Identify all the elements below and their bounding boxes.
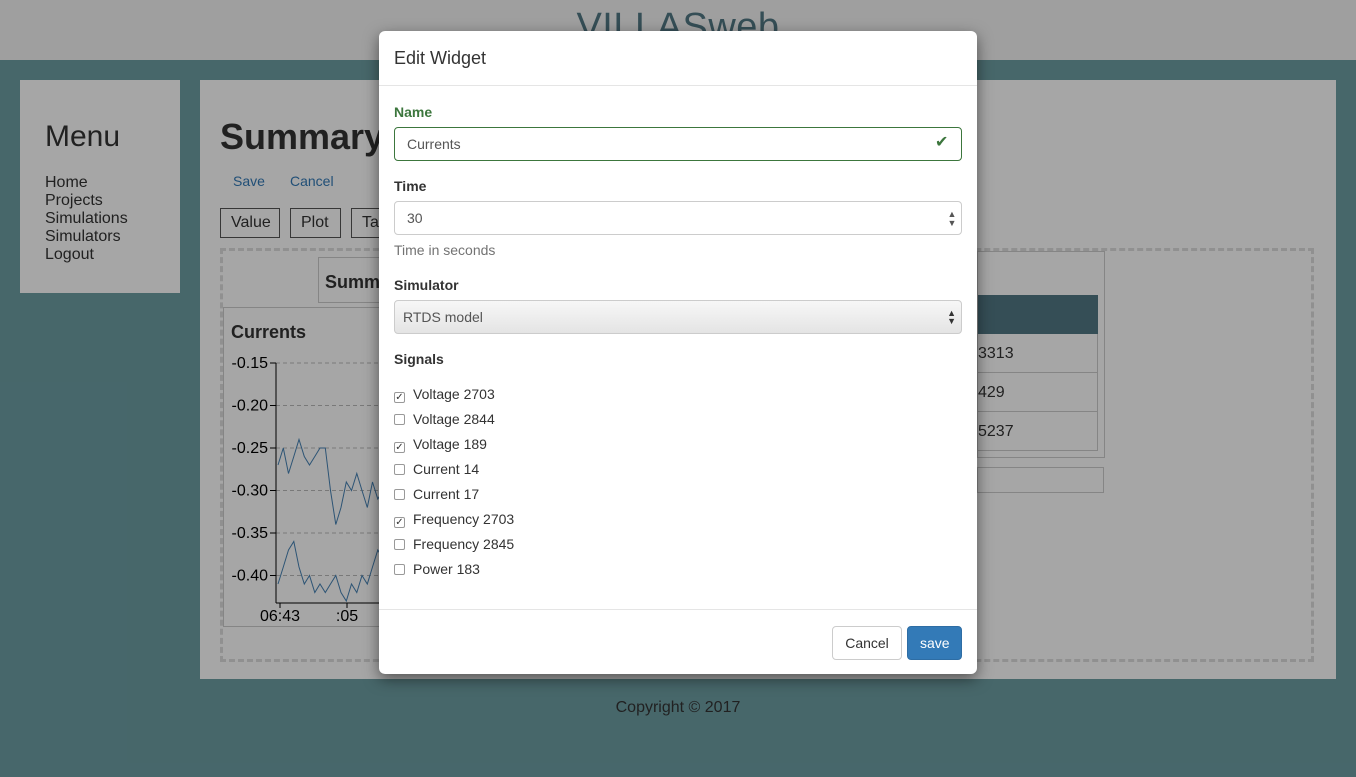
name-label: Name [394, 104, 433, 120]
name-input[interactable] [394, 127, 962, 161]
simulator-label: Simulator [394, 277, 459, 293]
signal-checkbox-row[interactable]: ✓ Voltage 189 [394, 436, 487, 456]
simulator-select[interactable]: RTDS model ▲ ▼ [394, 300, 962, 334]
signal-checkbox-row[interactable]: Current 14 [394, 461, 479, 481]
modal-header: Edit Widget [379, 31, 977, 86]
time-input[interactable] [394, 201, 962, 235]
checkbox[interactable] [394, 464, 405, 475]
signal-checkbox-row[interactable]: Voltage 2844 [394, 411, 495, 431]
signal-checkbox-row[interactable]: ✓ Voltage 2703 [394, 386, 495, 406]
signal-label: Frequency 2703 [413, 511, 515, 527]
signals-label: Signals [394, 351, 444, 367]
signal-label: Voltage 2703 [413, 386, 495, 402]
signal-checkbox-row[interactable]: ✓ Frequency 2703 [394, 511, 514, 531]
time-help-text: Time in seconds [394, 242, 496, 258]
checkbox[interactable]: ✓ [394, 517, 405, 528]
edit-widget-dialog: Edit Widget Name ✔ Time ▲▼ Time in secon… [379, 31, 977, 674]
checkbox[interactable]: ✓ [394, 442, 405, 453]
checkbox[interactable] [394, 489, 405, 500]
number-spinner-icon[interactable]: ▲ ▼ [947, 210, 957, 228]
cancel-button[interactable]: Cancel [832, 626, 902, 660]
checkbox[interactable] [394, 564, 405, 575]
save-button[interactable]: save [907, 626, 962, 660]
signal-checkbox-row[interactable]: Frequency 2845 [394, 536, 514, 556]
signal-label: Voltage 189 [413, 436, 487, 452]
signal-label: Voltage 2844 [413, 411, 495, 427]
select-arrows-icon: ▲ ▼ [947, 308, 956, 326]
checkbox[interactable] [394, 539, 405, 550]
modal-title: Edit Widget [394, 48, 487, 68]
signal-checkbox-row[interactable]: Power 183 [394, 561, 480, 581]
signal-label: Current 14 [413, 461, 480, 477]
signal-label: Power 183 [413, 561, 480, 577]
time-label: Time [394, 178, 427, 194]
signal-label: Current 17 [413, 486, 480, 502]
checkmark-icon: ✔ [935, 134, 949, 151]
simulator-selected-value: RTDS model [403, 309, 483, 325]
signal-label: Frequency 2845 [413, 536, 515, 552]
modal-footer: Cancel save [379, 609, 977, 674]
checkbox[interactable]: ✓ [394, 392, 405, 403]
checkbox[interactable] [394, 414, 405, 425]
signal-checkbox-row[interactable]: Current 17 [394, 486, 479, 506]
